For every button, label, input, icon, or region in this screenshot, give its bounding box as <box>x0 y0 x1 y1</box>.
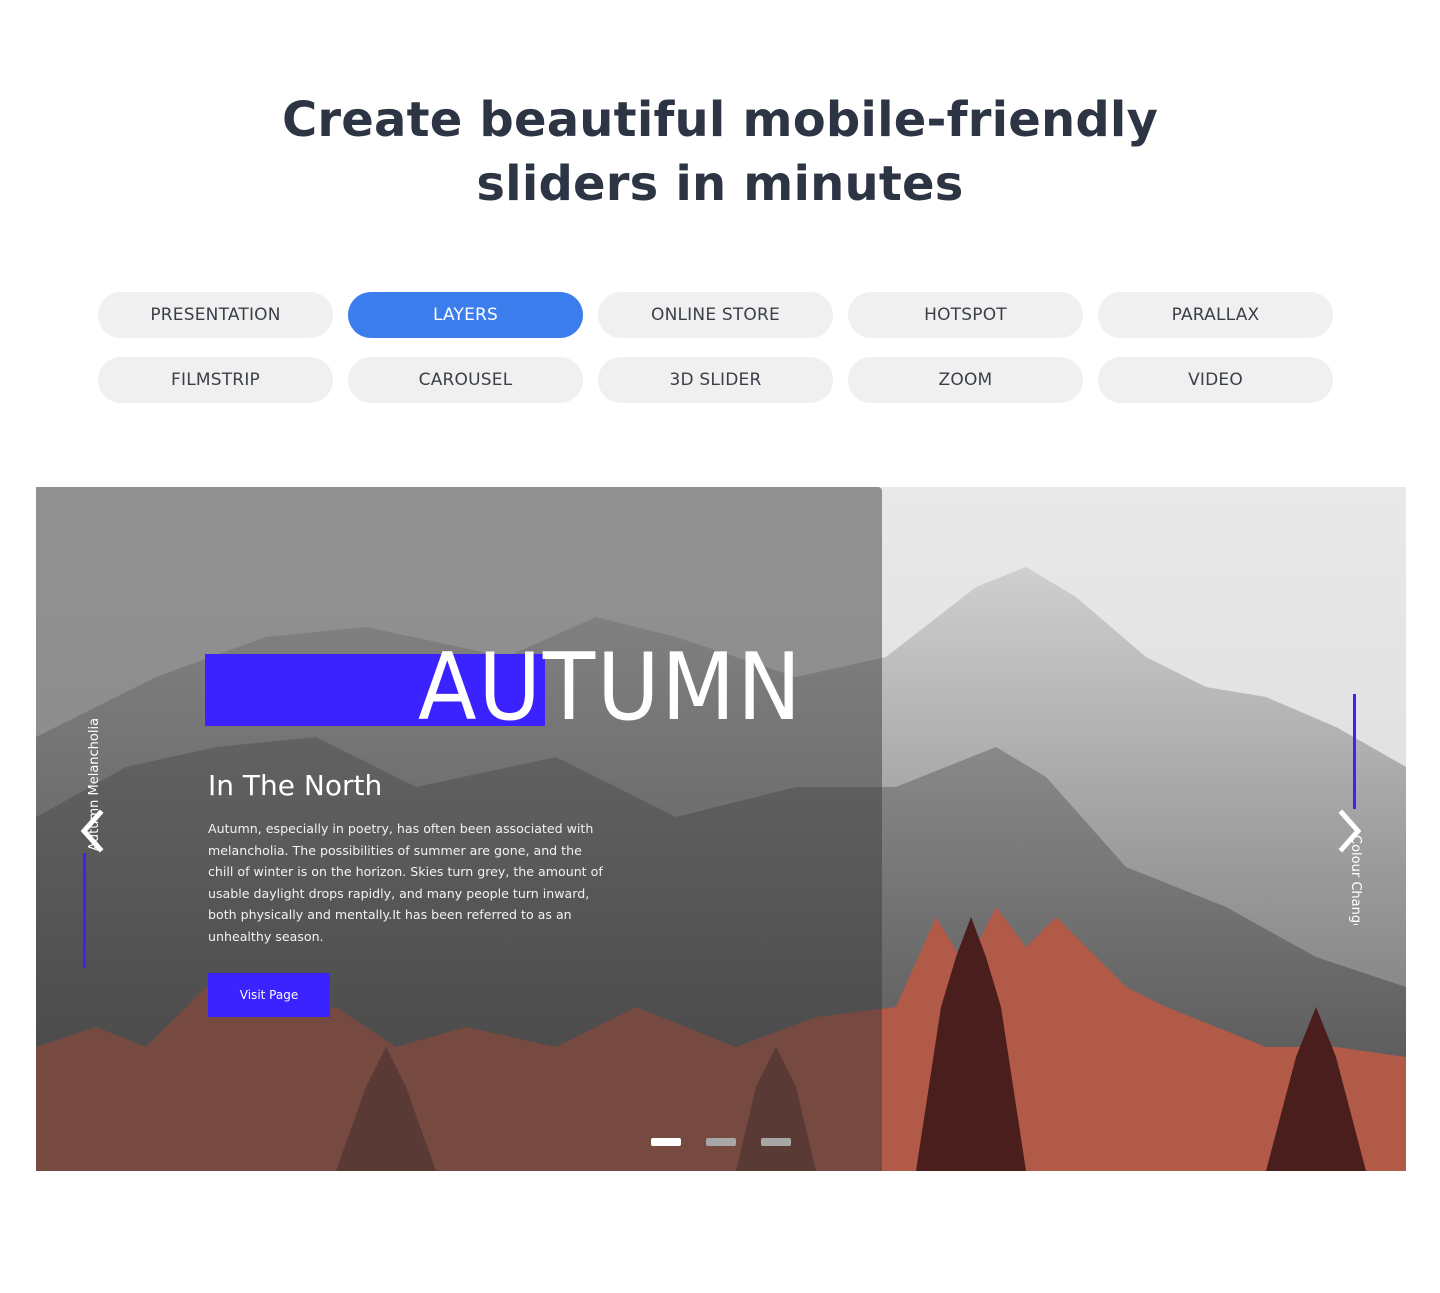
prev-slide-accent-line <box>83 853 86 968</box>
tab-carousel[interactable]: CAROUSEL <box>348 357 583 403</box>
next-slide-button[interactable] <box>1330 803 1370 859</box>
slide-body-text: Autumn, especially in poetry, has often … <box>208 821 603 944</box>
tab-layers[interactable]: LAYERS <box>348 292 583 338</box>
tab-3d-slider[interactable]: 3D SLIDER <box>598 357 833 403</box>
tab-parallax[interactable]: PARALLAX <box>1098 292 1333 338</box>
headline-line-1: Create beautiful mobile-friendly <box>281 92 1159 148</box>
chevron-left-icon <box>80 809 104 853</box>
visit-page-button[interactable]: Visit Page <box>208 973 330 1017</box>
prev-slide-button[interactable] <box>72 803 112 859</box>
slider-type-tabs: PRESENTATION LAYERS ONLINE STORE HOTSPOT… <box>98 292 1334 403</box>
next-slide-accent-line <box>1353 694 1356 809</box>
slide-subtitle: In The North <box>208 769 383 802</box>
page-headline: Create beautiful mobile-friendly sliders… <box>0 88 1440 216</box>
slider-preview: AUTUMN In The North Autumn, especially i… <box>36 487 1406 1171</box>
tab-zoom[interactable]: ZOOM <box>848 357 1083 403</box>
slide-pagination <box>651 1138 791 1146</box>
slide-title: AUTUMN <box>418 633 803 741</box>
tab-video[interactable]: VIDEO <box>1098 357 1333 403</box>
tab-online-store[interactable]: ONLINE STORE <box>598 292 833 338</box>
tab-hotspot[interactable]: HOTSPOT <box>848 292 1083 338</box>
tab-filmstrip[interactable]: FILMSTRIP <box>98 357 333 403</box>
chevron-right-icon <box>1338 809 1362 853</box>
headline-line-2: sliders in minutes <box>476 156 964 212</box>
pagination-dot-2[interactable] <box>706 1138 736 1146</box>
tab-presentation[interactable]: PRESENTATION <box>98 292 333 338</box>
pagination-dot-3[interactable] <box>761 1138 791 1146</box>
pagination-dot-1[interactable] <box>651 1138 681 1146</box>
